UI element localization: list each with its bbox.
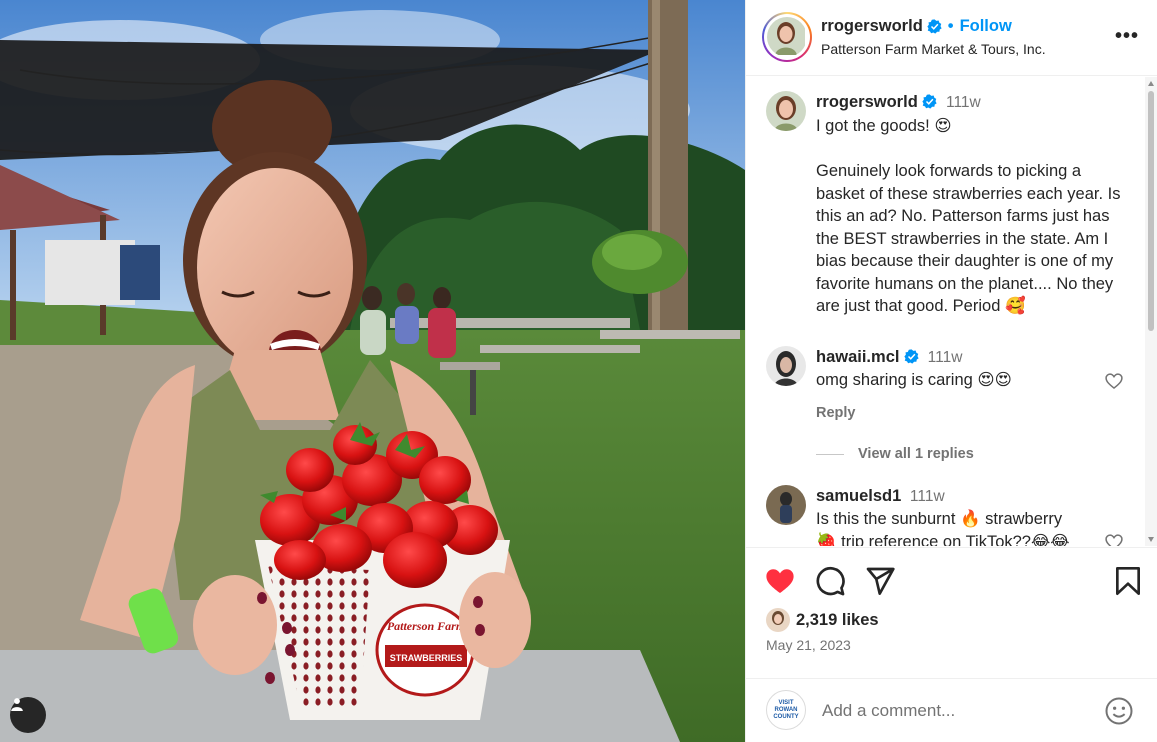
share-icon[interactable] (864, 565, 896, 597)
bookmark-icon[interactable] (1112, 565, 1144, 597)
post-header: rrogersworld • Follow Patterson Farm Mar… (746, 0, 1157, 76)
separator-dot: • (947, 17, 954, 35)
author-username-row: rrogersworld • Follow (821, 17, 1012, 36)
comment-like-icon[interactable] (1104, 371, 1124, 391)
scroll-thumb[interactable] (1148, 91, 1154, 331)
user-tag-icon (11, 698, 23, 711)
comment-avatar[interactable] (766, 485, 806, 525)
caption-time[interactable]: 111w (946, 94, 981, 111)
likes-row[interactable]: 2,319 likes (766, 608, 879, 632)
basket-label: STRAWBERRIES (390, 653, 463, 663)
comment-avatar-image (766, 346, 806, 386)
comment-avatar-image (766, 485, 806, 525)
post-date[interactable]: May 21, 2023 (766, 637, 851, 653)
viewer-avatar: VISIT ROWAN COUNTY (766, 690, 806, 730)
replies-divider (816, 453, 844, 455)
caption-username[interactable]: rrogersworld (816, 93, 918, 111)
emoji-icon[interactable] (1104, 696, 1134, 726)
caption-text: I got the goods! 😍 Genuinely look forwar… (816, 117, 1121, 315)
post-photo[interactable]: STRAWBERRIES Patterson Farm (0, 0, 745, 742)
caption-avatar-image (766, 91, 806, 131)
comment-text: Is this the sunburnt 🔥 strawberry 🍓 trip… (816, 510, 1070, 546)
heart-icon[interactable] (764, 565, 796, 597)
likes-count[interactable]: 2,319 likes (796, 611, 879, 630)
add-comment-bar: VISIT ROWAN COUNTY (746, 678, 1157, 742)
comment-username-row: hawaii.mcl 111w (816, 348, 962, 367)
reply-button[interactable]: Reply (816, 405, 856, 421)
comment-time[interactable]: 111w (928, 349, 963, 366)
comment-text: omg sharing is caring 😍😍 (816, 371, 1012, 389)
photo-illustration: STRAWBERRIES Patterson Farm (0, 0, 745, 742)
basket-brand: Patterson Farm (387, 619, 465, 633)
post-location[interactable]: Patterson Farm Market & Tours, Inc. (821, 41, 1046, 57)
view-replies-button[interactable]: View all 1 replies (816, 446, 974, 462)
follow-button[interactable]: Follow (960, 17, 1012, 36)
scroll-up-icon[interactable] (1148, 81, 1154, 86)
comment-username[interactable]: samuelsd1 (816, 487, 901, 505)
verified-badge-icon (904, 349, 919, 364)
more-options-icon[interactable]: ••• (1115, 26, 1139, 46)
comment-username[interactable]: hawaii.mcl (816, 348, 899, 366)
post-actions: 2,319 likes May 21, 2023 VISIT ROWAN COU… (746, 547, 1157, 742)
liker-avatar (766, 608, 790, 632)
verified-badge-icon (922, 94, 937, 109)
comments-list[interactable]: rrogersworld 111w I got the goods! 😍 Gen… (746, 77, 1157, 546)
user-tag-button[interactable] (10, 697, 46, 733)
verified-badge-icon (927, 19, 942, 34)
liker-avatar-image (766, 608, 790, 632)
caption-avatar[interactable] (766, 91, 806, 131)
scroll-down-icon[interactable] (1148, 537, 1154, 542)
comment-icon[interactable] (814, 565, 846, 597)
comment-like-icon[interactable] (1104, 532, 1124, 546)
comment-avatar[interactable] (766, 346, 806, 386)
view-replies-label: View all 1 replies (858, 446, 974, 462)
author-username[interactable]: rrogersworld (821, 17, 923, 36)
post-side-panel: rrogersworld • Follow Patterson Farm Mar… (745, 0, 1157, 742)
comment-time[interactable]: 111w (910, 488, 945, 505)
comment-username-row: samuelsd1 111w (816, 487, 945, 506)
comments-scrollbar[interactable] (1145, 77, 1157, 546)
comment-input[interactable] (822, 698, 1082, 724)
author-avatar[interactable] (762, 12, 812, 62)
author-avatar-image (767, 17, 805, 55)
caption-username-row: rrogersworld 111w (816, 93, 981, 112)
